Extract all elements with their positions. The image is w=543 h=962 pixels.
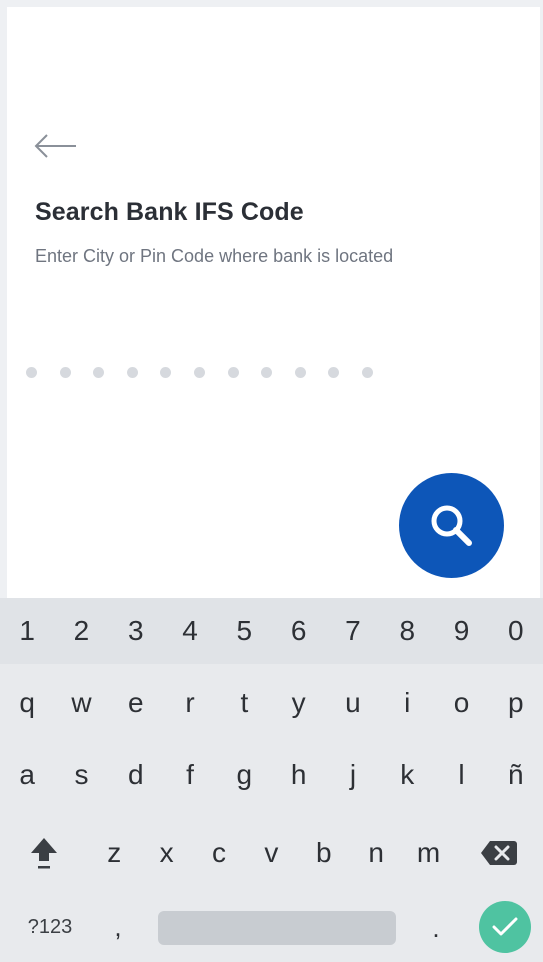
key-s[interactable]: s bbox=[54, 742, 108, 808]
key-p[interactable]: p bbox=[489, 670, 543, 736]
city-pin-input[interactable] bbox=[26, 358, 406, 386]
letter-row-3-keys: zxcvbnm bbox=[88, 820, 455, 886]
pin-dot bbox=[126, 366, 138, 378]
page-subtitle: Enter City or Pin Code where bank is loc… bbox=[35, 246, 394, 266]
pin-dot bbox=[93, 366, 105, 378]
shift-icon bbox=[31, 838, 57, 869]
key-h[interactable]: h bbox=[271, 742, 325, 808]
pin-dot bbox=[26, 366, 37, 378]
backspace-icon bbox=[480, 841, 517, 865]
key-w[interactable]: w bbox=[54, 670, 108, 736]
key-4[interactable]: 4 bbox=[163, 598, 217, 664]
key-m[interactable]: m bbox=[402, 820, 454, 886]
pin-dot bbox=[193, 366, 205, 378]
key-b[interactable]: b bbox=[298, 820, 350, 886]
enter-key[interactable] bbox=[479, 901, 531, 953]
key-n[interactable]: n bbox=[350, 820, 402, 886]
pin-dot bbox=[59, 366, 71, 378]
letter-row-2: asdfghjklñ bbox=[0, 742, 543, 808]
letter-row-3: zxcvbnm bbox=[0, 820, 543, 886]
key-z[interactable]: z bbox=[88, 820, 140, 886]
key-v[interactable]: v bbox=[245, 820, 297, 886]
key-g[interactable]: g bbox=[217, 742, 271, 808]
pin-dot bbox=[261, 366, 273, 378]
key-o[interactable]: o bbox=[434, 670, 488, 736]
key-y[interactable]: y bbox=[271, 670, 325, 736]
key-7[interactable]: 7 bbox=[326, 598, 380, 664]
key-2[interactable]: 2 bbox=[54, 598, 108, 664]
space-key[interactable] bbox=[158, 911, 396, 945]
key-c[interactable]: c bbox=[193, 820, 245, 886]
key-r[interactable]: r bbox=[163, 670, 217, 736]
key-1[interactable]: 1 bbox=[0, 598, 54, 664]
key-l[interactable]: l bbox=[434, 742, 488, 808]
pin-dot bbox=[160, 366, 172, 378]
key-d[interactable]: d bbox=[109, 742, 163, 808]
check-icon bbox=[492, 917, 518, 936]
pin-dot bbox=[328, 366, 340, 378]
key-0[interactable]: 0 bbox=[489, 598, 543, 664]
pin-dot bbox=[294, 366, 306, 378]
search-icon bbox=[431, 505, 472, 546]
symbols-key[interactable]: ?123 bbox=[0, 894, 100, 960]
key-u[interactable]: u bbox=[326, 670, 380, 736]
arrow-left-icon bbox=[34, 134, 76, 158]
status-strip bbox=[0, 0, 543, 7]
key-6[interactable]: 6 bbox=[271, 598, 325, 664]
key-5[interactable]: 5 bbox=[217, 598, 271, 664]
shift-key[interactable] bbox=[0, 820, 88, 886]
search-button[interactable] bbox=[399, 473, 504, 578]
back-button[interactable] bbox=[30, 128, 80, 164]
screen-edge-left bbox=[0, 0, 7, 600]
key-9[interactable]: 9 bbox=[434, 598, 488, 664]
pin-dot bbox=[361, 366, 373, 378]
page-title: Search Bank IFS Code bbox=[35, 198, 304, 226]
key-k[interactable]: k bbox=[380, 742, 434, 808]
letter-row-1: qwertyuiop bbox=[0, 670, 543, 736]
key-i[interactable]: i bbox=[380, 670, 434, 736]
delete-key[interactable] bbox=[455, 820, 543, 886]
period-key[interactable]: . bbox=[418, 898, 454, 958]
key-f[interactable]: f bbox=[163, 742, 217, 808]
number-row: 1234567890 bbox=[0, 598, 543, 664]
key-x[interactable]: x bbox=[140, 820, 192, 886]
key-ñ[interactable]: ñ bbox=[489, 742, 543, 808]
soft-keyboard: 1234567890 qwertyuiop asdfghjklñ zxcvbnm… bbox=[0, 598, 543, 962]
comma-key[interactable]: , bbox=[100, 894, 136, 960]
key-q[interactable]: q bbox=[0, 670, 54, 736]
key-t[interactable]: t bbox=[217, 670, 271, 736]
key-j[interactable]: j bbox=[326, 742, 380, 808]
key-a[interactable]: a bbox=[0, 742, 54, 808]
key-e[interactable]: e bbox=[109, 670, 163, 736]
app-screen: Search Bank IFS Code Enter City or Pin C… bbox=[0, 0, 543, 962]
pin-dot bbox=[227, 366, 239, 378]
key-3[interactable]: 3 bbox=[109, 598, 163, 664]
key-8[interactable]: 8 bbox=[380, 598, 434, 664]
